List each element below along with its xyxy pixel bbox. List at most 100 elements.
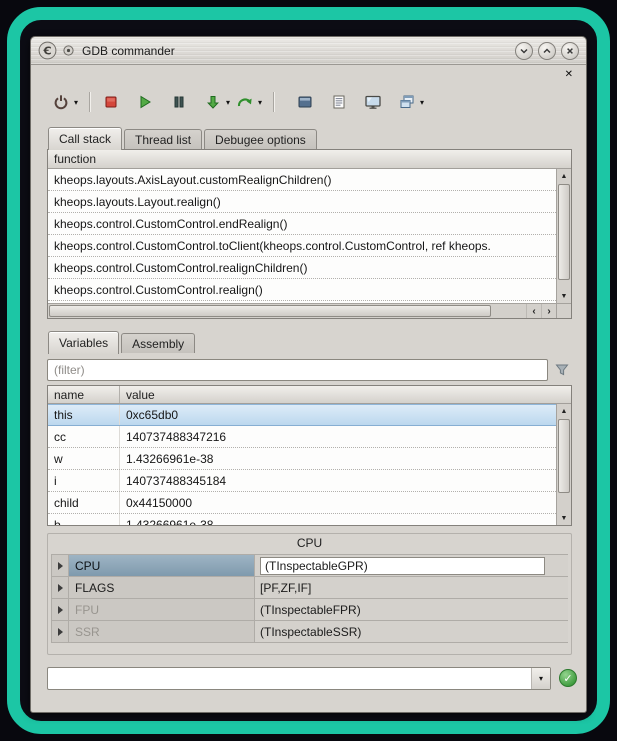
inspect-pages-tabs: Variables Assembly	[48, 330, 197, 353]
scrollbar-thumb[interactable]	[49, 305, 491, 317]
scroll-down-arrow[interactable]: ▼	[557, 289, 571, 303]
scrollbar-corner	[556, 303, 571, 318]
call-stack-row[interactable]: kheops.control.CustomControl.toClient(kh…	[48, 235, 556, 257]
expander-icon[interactable]	[52, 599, 69, 620]
call-stack-row[interactable]: kheops.layouts.Layout.realign()	[48, 191, 556, 213]
scroll-up-arrow[interactable]: ▲	[557, 169, 571, 183]
column-header-name[interactable]: name	[48, 386, 120, 403]
variables-list: this 0xc65db0 cc 140737488347216 w 1.432…	[48, 404, 556, 525]
scrollbar-thumb[interactable]	[558, 419, 570, 493]
filter-options-button[interactable]	[552, 360, 572, 380]
watch-window-button[interactable]	[293, 89, 317, 115]
gdb-commander-window: C GDB commander ✕	[30, 36, 587, 713]
svg-text:C: C	[43, 44, 51, 57]
expander-icon[interactable]	[52, 577, 69, 598]
scroll-up-arrow[interactable]: ▲	[557, 404, 571, 418]
debug-pages-tabs: Call stack Thread list Debugee options	[48, 126, 319, 149]
call-stack-header: function	[48, 150, 571, 169]
stop-icon	[103, 94, 119, 110]
tab-debugee-options[interactable]: Debugee options	[204, 129, 317, 149]
step-over-button[interactable]	[233, 89, 257, 115]
call-stack-row[interactable]: kheops.control.CustomControl.realignChil…	[48, 257, 556, 279]
step-into-button[interactable]	[201, 89, 225, 115]
variable-row[interactable]: child 0x44150000	[48, 492, 556, 514]
variable-row[interactable]: w 1.43266961e-38	[48, 448, 556, 470]
window-title: GDB commander	[82, 44, 175, 58]
vertical-scrollbar[interactable]: ▲ ▼	[556, 404, 571, 525]
horizontal-scrollbar[interactable]: ‹ ›	[48, 303, 556, 318]
command-input[interactable]	[48, 668, 531, 689]
step-into-menu-caret[interactable]: ▾	[226, 99, 230, 107]
variable-row[interactable]: b 1.43266961e-38	[48, 514, 556, 525]
play-icon	[137, 94, 153, 110]
chevron-down-icon: ▾	[539, 674, 543, 683]
power-menu-caret[interactable]: ▾	[74, 99, 78, 107]
variables-panel: name value this 0xc65db0 cc 140737488347…	[47, 385, 572, 526]
cpu-row[interactable]: CPU (TInspectableGPR)	[52, 555, 568, 577]
power-icon	[53, 94, 69, 110]
tab-thread-list[interactable]: Thread list	[124, 129, 202, 149]
column-header-function[interactable]: function	[48, 150, 102, 168]
tab-call-stack[interactable]: Call stack	[48, 127, 122, 150]
cpu-group-title: CPU	[48, 534, 571, 552]
monitor-icon	[364, 94, 382, 110]
tab-variables[interactable]: Variables	[48, 331, 119, 354]
windows-menu-caret[interactable]: ▾	[420, 99, 424, 107]
curved-arrow-icon	[236, 94, 254, 110]
step-over-menu-caret[interactable]: ▾	[258, 99, 262, 107]
cpu-row[interactable]: FLAGS [PF,ZF,IF]	[52, 577, 568, 599]
send-command-button[interactable]: ✓	[559, 669, 577, 687]
variable-row[interactable]: i 140737488345184	[48, 470, 556, 492]
messages-button[interactable]	[327, 89, 351, 115]
cpu-value-editor[interactable]: (TInspectableGPR)	[260, 557, 545, 575]
call-stack-list: kheops.layouts.AxisLayout.customRealignC…	[48, 169, 556, 303]
variable-row[interactable]: cc 140737488347216	[48, 426, 556, 448]
cpu-inspector-grid: CPU (TInspectableGPR) FLAGS [PF,ZF,IF] F…	[51, 554, 568, 643]
variable-row[interactable]: this 0xc65db0	[48, 404, 556, 426]
app-subicon	[63, 45, 74, 56]
cascade-windows-icon	[399, 94, 415, 110]
scroll-left-arrow[interactable]: ‹	[526, 304, 541, 318]
dark-window-icon	[297, 94, 313, 110]
maximize-button[interactable]	[538, 42, 556, 60]
cpu-group-box: CPU CPU (TInspectableGPR) FLAGS [PF,ZF,I…	[47, 533, 572, 655]
expander-icon[interactable]	[52, 621, 69, 642]
pause-icon	[171, 94, 187, 110]
vertical-scrollbar[interactable]: ▲ ▼	[556, 169, 571, 303]
toolbar-separator	[273, 92, 275, 112]
power-button[interactable]	[49, 89, 73, 115]
call-stack-row[interactable]: kheops.layouts.AxisLayout.customRealignC…	[48, 169, 556, 191]
cpu-row[interactable]: FPU (TInspectableFPR)	[52, 599, 568, 621]
scroll-right-arrow[interactable]: ›	[541, 304, 556, 318]
minimize-button[interactable]	[515, 42, 533, 60]
dock-close-button[interactable]: ✕	[565, 70, 573, 80]
stop-button[interactable]	[99, 89, 123, 115]
list-document-icon	[331, 94, 347, 110]
combo-dropdown-button[interactable]: ▾	[531, 668, 550, 689]
cpu-row[interactable]: SSR (TInspectableSSR)	[52, 621, 568, 643]
run-button[interactable]	[133, 89, 157, 115]
close-button[interactable]	[561, 42, 579, 60]
pause-button[interactable]	[167, 89, 191, 115]
call-stack-row[interactable]: kheops.control.CustomControl.endRealign(…	[48, 213, 556, 235]
column-header-value[interactable]: value	[120, 386, 161, 403]
variables-header: name value	[48, 386, 571, 404]
call-stack-panel: function kheops.layouts.AxisLayout.custo…	[47, 149, 572, 319]
arrow-down-icon	[205, 94, 221, 110]
call-stack-row[interactable]: kheops.control.CustomControl.realign()	[48, 279, 556, 301]
titlebar-buttons	[515, 42, 579, 60]
expander-icon[interactable]	[52, 555, 69, 576]
close-icon	[565, 46, 575, 56]
titlebar[interactable]: C GDB commander	[31, 37, 586, 65]
check-icon: ✓	[563, 672, 572, 685]
windows-button[interactable]	[395, 89, 419, 115]
debug-toolbar: ▾ ▾	[49, 87, 427, 117]
filter-input[interactable]	[47, 359, 548, 381]
toolbar-separator	[89, 92, 91, 112]
tab-assembly[interactable]: Assembly	[121, 333, 195, 353]
cpu-view-button[interactable]	[361, 89, 385, 115]
scroll-down-arrow[interactable]: ▼	[557, 511, 571, 525]
chevron-down-icon	[519, 46, 529, 56]
gdb-command-combobox[interactable]: ▾	[47, 667, 551, 690]
scrollbar-thumb[interactable]	[558, 184, 570, 280]
